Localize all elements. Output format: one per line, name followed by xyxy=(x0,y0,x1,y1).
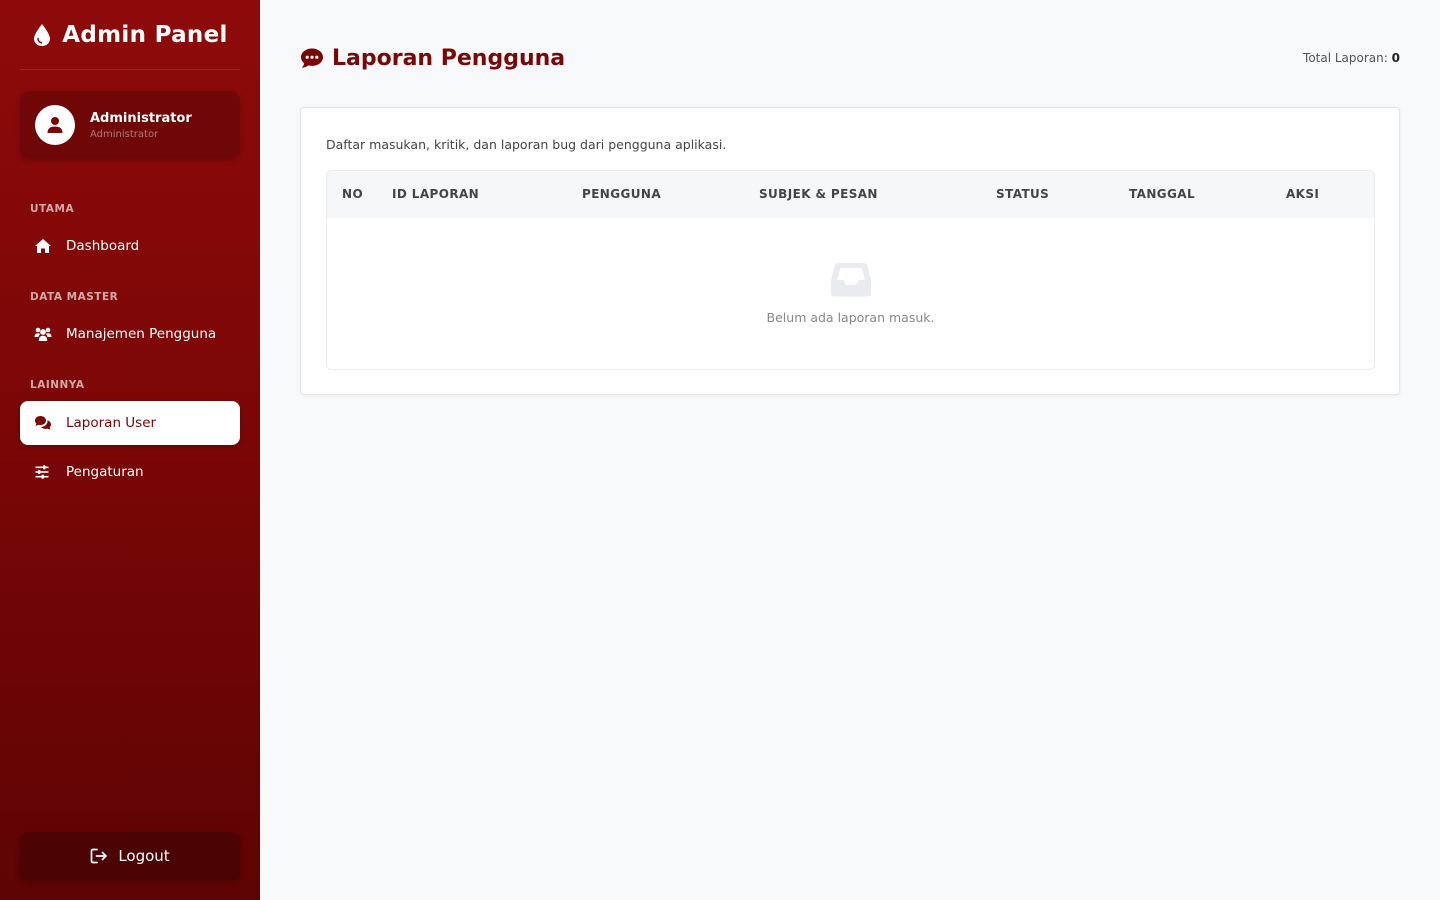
droplet-icon xyxy=(34,23,51,46)
sidebar: Admin Panel Administrator Administrator … xyxy=(0,0,260,900)
column-header-subjek-pesan: SUBJEK & PESAN xyxy=(759,187,878,201)
nav-item-manajemen-pengguna[interactable]: Manajemen Pengguna xyxy=(20,312,240,356)
page-title: Laporan Pengguna xyxy=(300,46,565,71)
logout-label: Logout xyxy=(118,847,170,865)
brand[interactable]: Admin Panel xyxy=(20,0,240,70)
table-header: NO ID LAPORAN PENGGUNA SUBJEK & PESAN ST… xyxy=(327,171,1374,218)
total-reports: Total Laporan: 0 xyxy=(1303,51,1400,65)
column-header-no: NO xyxy=(342,187,364,201)
column-header-status: STATUS xyxy=(996,187,1050,201)
reports-table: NO ID LAPORAN PENGGUNA SUBJEK & PESAN ST… xyxy=(326,170,1375,370)
column-header-pengguna: PENGGUNA xyxy=(582,187,662,201)
nav-section-lainnya: LAINNYA xyxy=(30,379,85,391)
nav-item-label: Manajemen Pengguna xyxy=(66,326,217,342)
total-label: Total Laporan: xyxy=(1303,51,1388,65)
nav-item-laporan-user[interactable]: Laporan User xyxy=(20,401,240,445)
nav-item-pengaturan[interactable]: Pengaturan xyxy=(20,450,240,494)
nav-item-label: Dashboard xyxy=(66,238,140,254)
logout-button[interactable]: Logout xyxy=(20,832,240,880)
inbox-icon xyxy=(830,263,871,297)
nav-section-data-master: DATA MASTER xyxy=(30,291,119,303)
comment-dots-icon xyxy=(301,48,323,68)
page-header: Laporan Pengguna Total Laporan: 0 xyxy=(300,40,1400,76)
sign-out-icon xyxy=(90,848,108,864)
brand-title: Admin Panel xyxy=(62,21,228,48)
column-header-id-laporan: ID LAPORAN xyxy=(392,187,480,201)
column-header-aksi: AKSI xyxy=(1286,187,1320,201)
home-icon xyxy=(35,239,51,253)
nav-section-utama: UTAMA xyxy=(30,203,75,215)
empty-message: Belum ada laporan masuk. xyxy=(766,310,935,325)
nav-item-label: Pengaturan xyxy=(66,464,144,480)
avatar xyxy=(35,105,75,145)
user-icon xyxy=(47,117,63,133)
users-icon xyxy=(34,327,52,341)
user-name: Administrator xyxy=(90,110,192,126)
reports-card: Daftar masukan, kritik, dan laporan bug … xyxy=(300,107,1400,395)
card-description: Daftar masukan, kritik, dan laporan bug … xyxy=(326,137,727,152)
page-title-text: Laporan Pengguna xyxy=(332,45,566,71)
comments-icon xyxy=(35,416,51,430)
user-info: Administrator Administrator xyxy=(90,111,192,140)
total-value: 0 xyxy=(1391,51,1400,65)
nav-item-dashboard[interactable]: Dashboard xyxy=(20,224,240,268)
main-content: Laporan Pengguna Total Laporan: 0 Daftar… xyxy=(260,0,1440,900)
user-role: Administrator xyxy=(90,128,159,140)
nav-item-label: Laporan User xyxy=(66,415,157,431)
column-header-tanggal: TANGGAL xyxy=(1129,187,1196,201)
sliders-icon xyxy=(35,465,49,479)
empty-state: Belum ada laporan masuk. xyxy=(327,218,1374,369)
user-card[interactable]: Administrator Administrator xyxy=(20,91,240,159)
